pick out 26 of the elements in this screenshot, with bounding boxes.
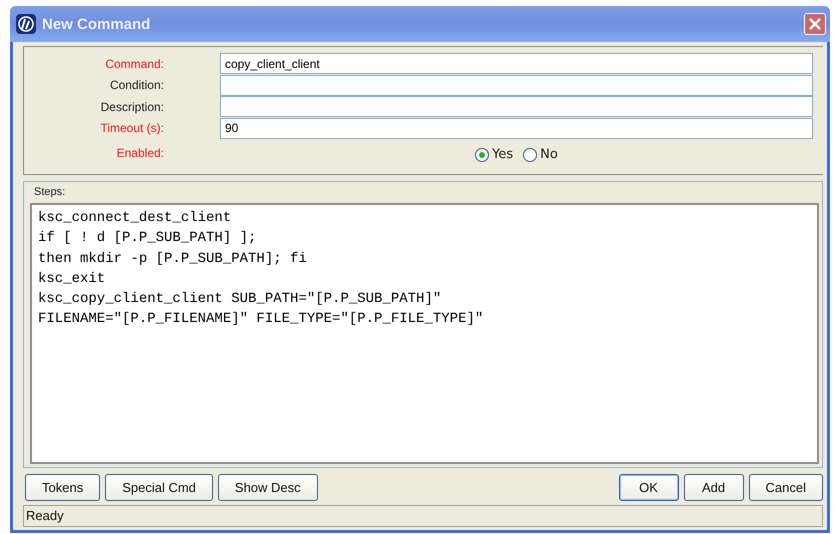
field-label: Enabled:	[116, 146, 164, 160]
radio-option[interactable]: Yes	[475, 147, 514, 162]
action-button[interactable]: Show Desc	[218, 474, 318, 501]
field-label: Condition:	[108, 78, 164, 92]
radio-option[interactable]: No	[523, 147, 558, 162]
action-button[interactable]: Cancel	[748, 474, 823, 501]
code-editor[interactable]: ksc_connect_dest_client if [ ! d [P.P_SUB_PATH] ]; then mkdir -p [P.P_SUB_PATH]; fi ksc_exit ksc_copy_client_client SUB_PATH="[P.P_SUB_PATH]" FILENAME="[P.P_FILENAME]" FILE_TYPE="[P.P_FILE_TYPE]"	[30, 203, 819, 464]
action-button[interactable]: OK	[618, 474, 679, 501]
status-bar: Ready	[23, 505, 823, 527]
steps-label: Steps:	[34, 186, 66, 198]
window-title: New Command	[42, 16, 152, 32]
field-label: Command:	[104, 56, 164, 71]
radio-icon[interactable]	[523, 148, 538, 162]
logo-icon	[16, 14, 36, 34]
input-field[interactable]	[220, 96, 813, 117]
input-field[interactable]: copy_client_client	[220, 53, 813, 74]
action-button[interactable]: Add	[684, 474, 744, 501]
close-button[interactable]	[804, 13, 826, 35]
action-button[interactable]: Special Cmd	[105, 474, 213, 501]
close-icon	[808, 17, 822, 31]
radio-icon[interactable]	[475, 148, 490, 162]
action-button[interactable]: Tokens	[25, 474, 100, 501]
field-label: Timeout (s):	[99, 121, 164, 136]
input-field[interactable]: 90	[220, 118, 813, 138]
input-field[interactable]	[220, 74, 813, 96]
field-label: Description:	[100, 100, 164, 114]
